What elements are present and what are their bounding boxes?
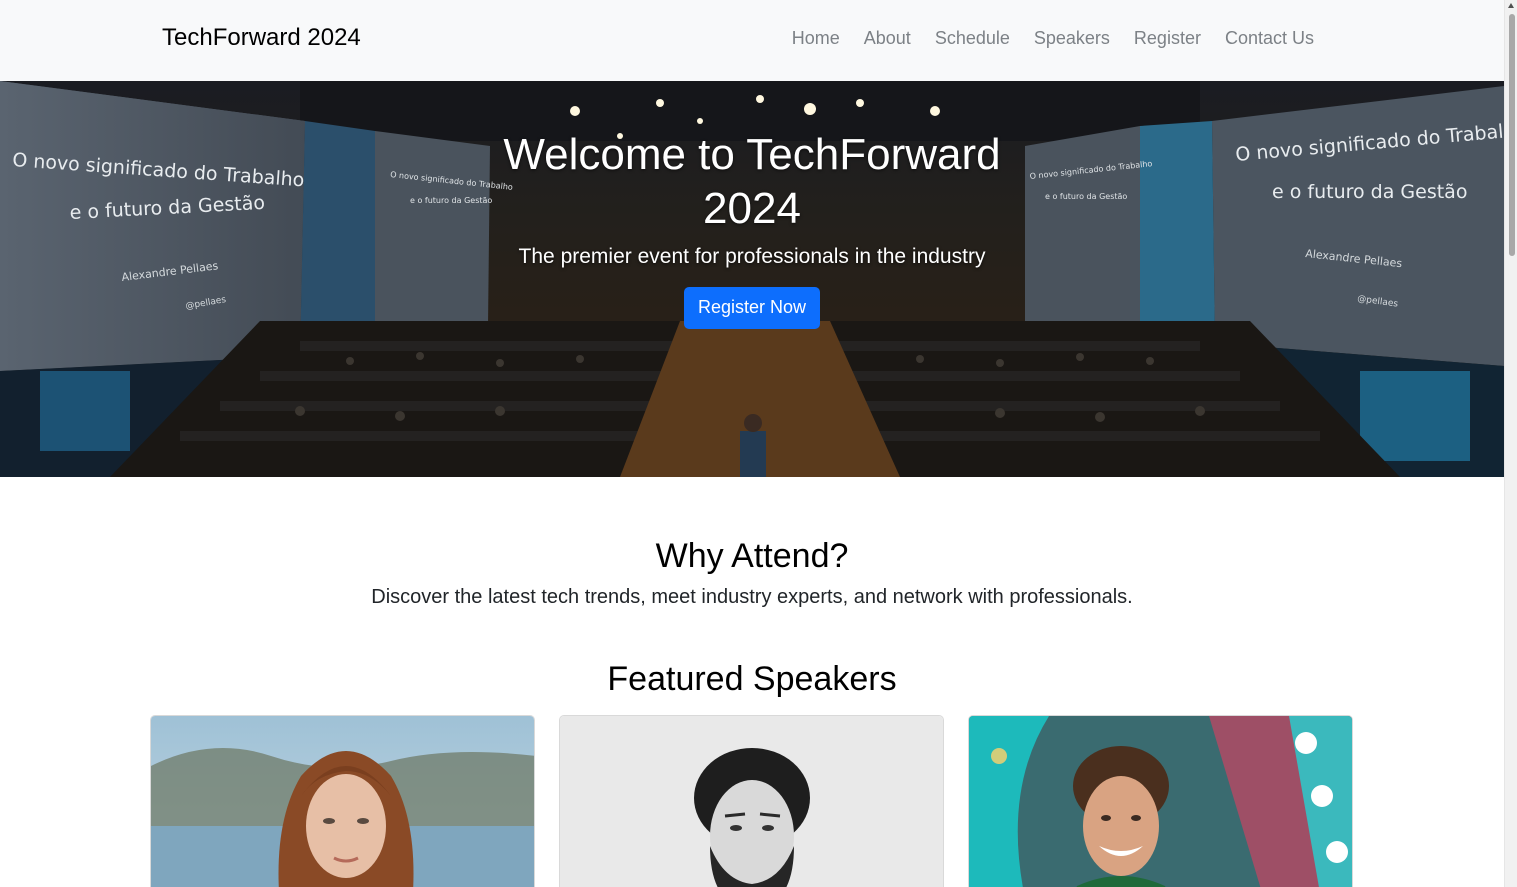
nav-link-schedule[interactable]: Schedule	[923, 26, 1022, 50]
vertical-scrollbar[interactable]	[1504, 0, 1517, 887]
nav-link-about[interactable]: About	[852, 26, 923, 50]
speaker-photo-woman	[151, 716, 534, 887]
register-now-button[interactable]: Register Now	[683, 287, 821, 329]
scrollbar-thumb[interactable]	[1509, 14, 1515, 256]
speaker-cards	[150, 715, 1353, 887]
brand-logo-link[interactable]: TechForward 2024	[162, 23, 361, 53]
nav-link-register[interactable]: Register	[1122, 26, 1213, 50]
speaker-photo-man-bw	[560, 716, 943, 887]
speaker-card[interactable]	[150, 715, 535, 887]
navbar: TechForward 2024 Home About Schedule Spe…	[0, 0, 1504, 81]
page: TechForward 2024 Home About Schedule Spe…	[0, 0, 1504, 887]
speaker-card[interactable]	[968, 715, 1353, 887]
nav-link-home[interactable]: Home	[780, 26, 852, 50]
why-attend-title: Why Attend?	[655, 537, 849, 575]
why-attend-section: Why Attend? Discover the latest tech tre…	[0, 536, 1504, 610]
nav-link-speakers[interactable]: Speakers	[1022, 26, 1122, 50]
nav-links: Home About Schedule Speakers Register Co…	[780, 26, 1326, 50]
hero-section: O novo significado do Trabalho e o futur…	[0, 81, 1504, 477]
scroll-up-arrow-icon[interactable]	[1508, 3, 1514, 8]
featured-speakers-title: Featured Speakers	[607, 660, 897, 698]
speaker-photo-man-smiling	[969, 716, 1352, 887]
hero-title: Welcome to TechForward 2024	[503, 130, 1001, 233]
hero-content: Welcome to TechForward 2024 The premier …	[0, 128, 1504, 329]
why-attend-text: Discover the latest tech trends, meet in…	[371, 586, 1133, 608]
speaker-card[interactable]	[559, 715, 944, 887]
nav-link-contact[interactable]: Contact Us	[1213, 26, 1326, 50]
hero-subtitle: The premier event for professionals in t…	[518, 245, 986, 268]
